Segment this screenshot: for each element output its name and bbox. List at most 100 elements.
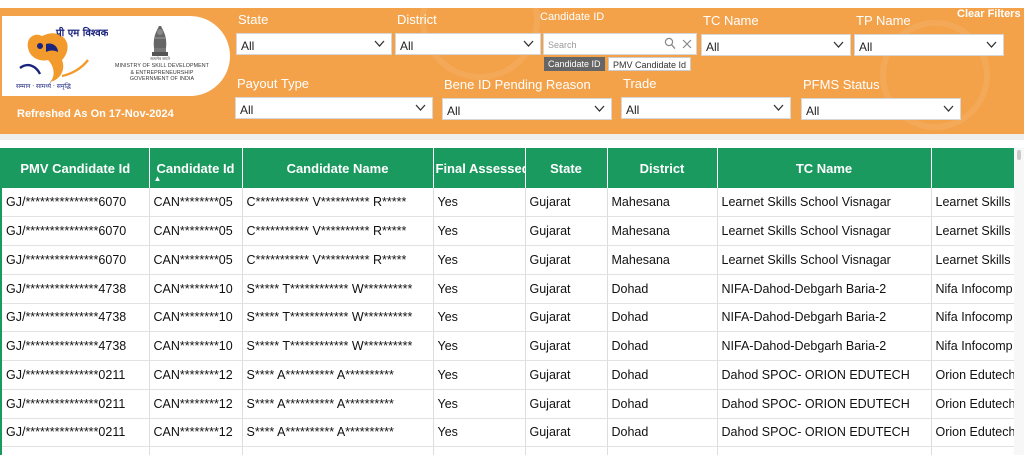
national-emblem-icon xyxy=(152,26,168,56)
svg-text:पी एम विश्वकर्मा: पी एम विश्वकर्मा xyxy=(55,26,108,39)
cell-final-assessed: Yes xyxy=(433,245,526,275)
cell-candidate-id: CAN********05 xyxy=(149,245,243,275)
table-row[interactable]: GJ/***************4738 CAN********10 S****… xyxy=(2,274,1014,304)
candidate-table-container: PMV Candidate Id Candidate Id ▲ Candidat… xyxy=(0,148,1014,455)
cell-tc-name: Learnet Skills School Visnagar xyxy=(717,245,932,275)
cell-tc-name: NIFA-Dahod-Debgarh Baria-2 xyxy=(717,303,932,333)
cell-tc-name: Dahod SPOC- ORION EDUTECH xyxy=(717,360,932,390)
clear-filters-button[interactable]: Clear Filters xyxy=(957,8,1021,20)
cell-district: Dohad xyxy=(607,418,718,448)
cell-candidate-id: CAN********10 xyxy=(149,303,243,333)
cell-tp-name: Orion Edutech xyxy=(931,418,1014,448)
chevron-down-icon xyxy=(943,105,954,112)
table-row[interactable]: GJ/***************6070 CAN********05 C****… xyxy=(2,188,1014,218)
column-header-tc-name[interactable]: TC Name xyxy=(717,148,932,188)
trade-dropdown[interactable]: All xyxy=(621,97,791,119)
search-icon[interactable] xyxy=(664,37,676,51)
scrollbar-thumb[interactable] xyxy=(1017,150,1021,160)
toggle-pmv-candidate-id[interactable]: PMV Candidate Id xyxy=(608,57,692,71)
column-header-state[interactable]: State xyxy=(525,148,608,188)
cell-tc-name: Learnet Skills School Visnagar xyxy=(717,188,932,218)
cell-district: Dohad xyxy=(607,446,718,455)
chevron-down-icon xyxy=(523,40,534,47)
column-header-candidate-name[interactable]: Candidate Name xyxy=(242,148,434,188)
table-row[interactable]: GJ/***************6070 CAN********05 C****… xyxy=(2,245,1014,275)
table-row[interactable]: GJ/***************0211 CAN********12 S****… xyxy=(2,418,1014,448)
tp-name-label: TP Name xyxy=(856,13,911,28)
cell-state: Gujarat xyxy=(525,389,608,419)
cell-candidate-name: C*********** V********** R***** xyxy=(242,216,434,246)
column-header-candidate-id[interactable]: Candidate Id ▲ xyxy=(149,148,243,188)
state-label: State xyxy=(238,12,269,27)
tc-name-label: TC Name xyxy=(703,13,759,28)
cell-final-assessed: Yes xyxy=(433,418,526,448)
cell-pmv-candidate-id: GJ/***************6070 xyxy=(2,245,150,275)
district-label: District xyxy=(397,12,437,27)
tp-name-value: All xyxy=(859,40,873,54)
cell-district: Dohad xyxy=(607,389,718,419)
cell-candidate-name: S**** A********** A********** xyxy=(242,418,434,448)
cell-pmv-candidate-id: GJ/***************4738 xyxy=(2,331,150,361)
column-header-final-assessed[interactable]: Final Assessed xyxy=(433,148,526,188)
cell-final-assessed: Yes xyxy=(433,188,526,218)
close-icon[interactable] xyxy=(682,39,692,49)
cell-candidate-id: CAN********12 xyxy=(149,360,243,390)
pfms-status-dropdown[interactable]: All xyxy=(801,98,961,120)
table-row[interactable]: GJ/***************6070 CAN********05 C****… xyxy=(2,216,1014,246)
cell-final-assessed: Yes xyxy=(433,360,526,390)
state-dropdown[interactable]: All xyxy=(236,33,392,55)
cell-pmv-candidate-id: GJ/***************4738 xyxy=(2,274,150,304)
cell-state: Gujarat xyxy=(525,274,608,304)
cell-state: Gujarat xyxy=(525,331,608,361)
column-header-district[interactable]: District xyxy=(607,148,718,188)
filter-header: पी एम विश्वकर्मा सम्मान · सामर्थ्य · समृ… xyxy=(0,0,1024,140)
trade-value: All xyxy=(626,103,640,117)
cell-candidate-id: CAN********12 xyxy=(149,418,243,448)
cell-state: Gujarat xyxy=(525,418,608,448)
cell-tp-name: Learnet Skills L xyxy=(931,216,1014,246)
cell-candidate-name: S**** M******** xyxy=(242,446,434,455)
column-header-label: Candidate Id xyxy=(156,160,235,176)
tp-name-dropdown[interactable]: All xyxy=(854,34,1004,56)
cell-state: Gujarat xyxy=(525,303,608,333)
chevron-down-icon xyxy=(594,105,605,112)
cell-tc-name: Dahod SPOC- ORION EDUTECH xyxy=(717,446,932,455)
table-row[interactable]: GJ/***************0211 CAN********12 S****… xyxy=(2,360,1014,390)
payout-type-dropdown[interactable]: All xyxy=(235,97,433,119)
cell-final-assessed: Yes xyxy=(433,446,526,455)
table-row[interactable]: GJ/***************0211 CAN********12 S****… xyxy=(2,389,1014,419)
logo-card: पी एम विश्वकर्मा सम्मान · सामर्थ्य · समृ… xyxy=(2,16,230,96)
tc-name-dropdown[interactable]: All xyxy=(701,34,851,56)
cell-district: Dohad xyxy=(607,331,718,361)
emblem-motto: सत्यमेव जयते xyxy=(150,56,170,61)
table-body: GJ/***************6070 CAN********05 C****… xyxy=(2,188,1014,455)
cell-final-assessed: Yes xyxy=(433,216,526,246)
district-dropdown[interactable]: All xyxy=(395,33,541,55)
cell-district: Dohad xyxy=(607,303,718,333)
table-row[interactable]: GJ/***************4738 CAN********10 S****… xyxy=(2,303,1014,333)
trade-label: Trade xyxy=(623,76,657,91)
candidate-id-search-box[interactable] xyxy=(543,33,697,55)
bene-id-pending-reason-value: All xyxy=(447,104,461,118)
cell-candidate-name: S***** T************ W********** xyxy=(242,331,434,361)
table-row[interactable]: GJ/***************5763CAN********13S****… xyxy=(2,446,1014,455)
toggle-candidate-id[interactable]: Candidate ID xyxy=(544,57,605,71)
candidate-id-search-input[interactable] xyxy=(548,37,660,52)
cell-candidate-id: CAN********05 xyxy=(149,188,243,218)
cell-candidate-name: S***** T************ W********** xyxy=(242,303,434,333)
cell-tc-name: Learnet Skills School Visnagar xyxy=(717,216,932,246)
cell-candidate-id: CAN********10 xyxy=(149,331,243,361)
column-header-tp-name[interactable] xyxy=(931,148,1014,188)
bene-id-pending-reason-dropdown[interactable]: All xyxy=(442,98,612,120)
cell-tp-name: Orion Edutech xyxy=(931,389,1014,419)
cell-candidate-name: C*********** V********** R***** xyxy=(242,245,434,275)
column-header-pmv-candidate-id[interactable]: PMV Candidate Id xyxy=(2,148,150,188)
cell-state: Gujarat xyxy=(525,446,608,455)
svg-text:सम्मान · सामर्थ्य · समृद्धि: सम्मान · सामर्थ्य · समृद्धि xyxy=(16,82,71,90)
vertical-scrollbar[interactable] xyxy=(1014,148,1024,455)
table-row[interactable]: GJ/***************4738 CAN********10 S****… xyxy=(2,331,1014,361)
cell-district: Mahesana xyxy=(607,245,718,275)
pfms-status-label: PFMS Status xyxy=(803,77,880,92)
cell-state: Gujarat xyxy=(525,245,608,275)
chevron-down-icon xyxy=(986,41,997,48)
